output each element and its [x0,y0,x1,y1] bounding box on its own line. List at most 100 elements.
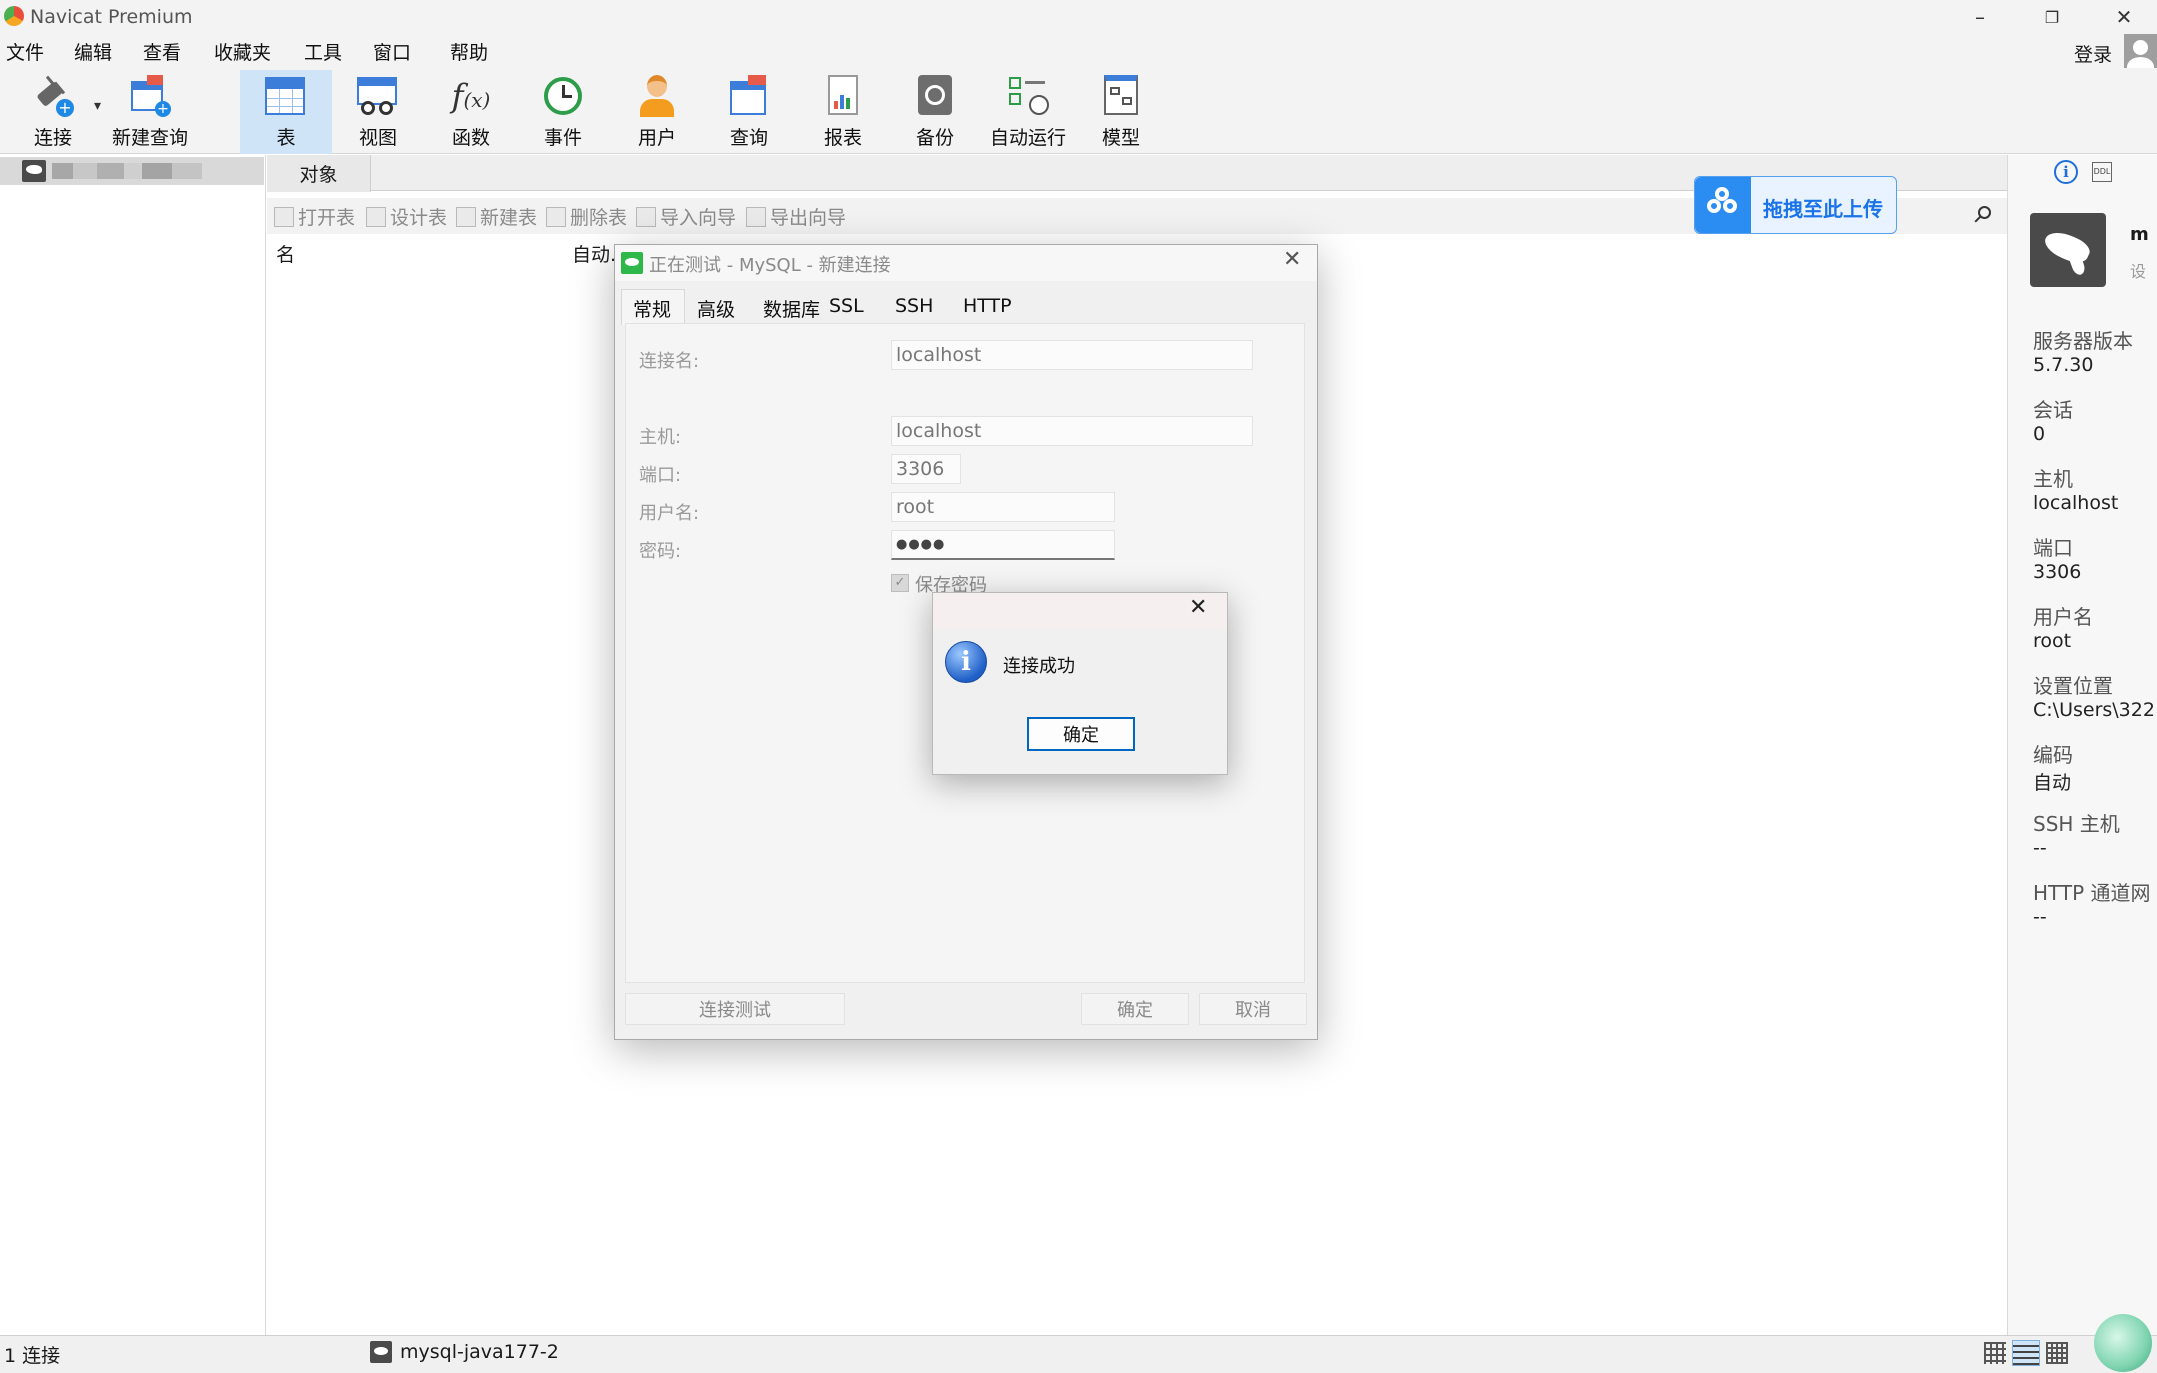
model-icon [1098,73,1144,119]
connection-tree-item[interactable] [0,157,264,185]
password-label: 密码: [639,541,682,562]
title-bar [0,0,2157,34]
toolbar-query-button[interactable]: 查询 [714,70,784,154]
login-link[interactable]: 登录 [2074,40,2112,67]
message-close-icon[interactable]: ✕ [1189,595,1207,620]
host-label: 主机: [639,427,682,448]
toolbar-model-button[interactable]: 模型 [1086,70,1156,154]
dialog-ok-button[interactable]: 确定 [1081,993,1189,1025]
close-icon: ✕ [2115,5,2133,29]
tab-objects[interactable]: 对象 [267,155,371,192]
menu-window[interactable]: 窗口 [373,38,411,65]
toolbar-function-button[interactable]: f(x) 函数 [436,70,506,154]
password-input[interactable]: ●●●● [891,530,1115,560]
dialog-tab-advanced[interactable]: 高级 [697,295,735,322]
close-button[interactable]: ✕ [2094,0,2154,34]
export-wizard-icon [746,206,766,227]
list-view-icon[interactable] [2012,1340,2040,1366]
menu-edit[interactable]: 编辑 [74,38,112,65]
conn-name-input[interactable]: localhost [891,340,1253,370]
test-connection-button[interactable]: 连接测试 [625,993,845,1025]
toolbar-new-query-button[interactable]: + 新建查询 [110,70,190,154]
info-label-server-version: 服务器版本 [2033,329,2133,353]
toolbar-table-button[interactable]: 表 [240,70,332,154]
connection-success-message-box: ✕ i 连接成功 确定 [932,592,1228,775]
minimize-icon: – [1975,5,1985,29]
toolbar-event-button[interactable]: 事件 [528,70,598,154]
search-icon[interactable] [1972,204,1994,226]
info-value-settings-location: C:\Users\3221 [2033,699,2157,721]
info-label-ssh-host: SSH 主机 [2033,812,2120,836]
mysql-connection-icon [22,160,46,182]
host-input[interactable]: localhost [891,416,1253,446]
toolbar-user-button[interactable]: 用户 [622,70,692,154]
menu-favorites[interactable]: 收藏夹 [214,38,271,65]
navicat-logo-icon [4,6,24,26]
info-value-port: 3306 [2033,561,2082,583]
new-table-button[interactable]: 新建表 [456,203,537,230]
info-label-http-tunnel: HTTP 通道网 [2033,881,2151,905]
column-name-header[interactable]: 名 [276,240,295,267]
menu-tools[interactable]: 工具 [304,38,342,65]
toolbar-view-button[interactable]: 视图 [342,70,414,154]
mysql-dolphin-icon [2030,213,2106,287]
info-label-sessions: 会话 [2033,398,2073,422]
dialog-tab-ssh[interactable]: SSH [895,295,933,317]
design-table-button[interactable]: 设计表 [366,203,447,230]
import-wizard-icon [636,206,656,227]
ddl-icon[interactable]: DDL [2092,162,2112,182]
toolbar-connect-button[interactable]: + 连接 [20,70,86,154]
menu-help[interactable]: 帮助 [450,38,488,65]
username-label: 用户名: [639,503,700,524]
dialog-close-icon[interactable]: ✕ [1283,247,1301,272]
info-value-sessions: 0 [2033,423,2046,445]
toolbar-backup-button[interactable]: 备份 [900,70,970,154]
baidu-cloud-icon [1695,177,1751,233]
info-value-server-version: 5.7.30 [2033,354,2094,376]
assistant-icon[interactable] [2094,1314,2152,1372]
dialog-mysql-icon [621,252,643,274]
info-label-host: 主机 [2033,467,2073,491]
save-password-checkbox[interactable]: ✓ [891,574,909,592]
toolbar-automation-button[interactable]: 自动运行 [984,70,1072,154]
info-connection-name: m [2130,224,2149,245]
report-icon [820,73,866,119]
open-table-button[interactable]: 打开表 [274,203,355,230]
table-icon [263,73,309,119]
info-value-username: root [2033,630,2072,652]
column-auto-header[interactable]: 自动. [572,240,616,267]
detail-view-icon[interactable] [2046,1342,2068,1364]
username-input[interactable]: root [891,492,1115,522]
minimize-button[interactable]: – [1950,0,2010,34]
info-label-username: 用户名 [2033,605,2093,629]
open-table-icon [274,206,294,227]
menu-file[interactable]: 文件 [6,38,44,65]
design-table-icon [366,206,386,227]
export-wizard-button[interactable]: 导出向导 [746,203,846,230]
status-bar [0,1335,2157,1373]
dialog-title: 正在测试 - MySQL - 新建连接 [649,255,891,276]
toolbar-report-button[interactable]: 报表 [808,70,878,154]
grid-view-icon[interactable] [1984,1342,2006,1364]
navigation-pane [0,155,266,1335]
port-label: 端口: [639,465,682,486]
dialog-cancel-button[interactable]: 取消 [1199,993,1307,1025]
dialog-tab-database[interactable]: 数据库 [763,295,820,322]
restore-button[interactable]: ❐ [2022,0,2082,34]
info-value-host: localhost [2033,492,2119,514]
dialog-tab-http[interactable]: HTTP [963,295,1012,317]
delete-table-button[interactable]: 删除表 [546,203,627,230]
info-icon[interactable]: i [2054,160,2078,184]
port-input[interactable]: 3306 [891,454,961,484]
avatar[interactable] [2124,34,2157,70]
import-wizard-button[interactable]: 导入向导 [636,203,736,230]
dialog-tab-ssl[interactable]: SSL [829,295,864,317]
connect-dropdown-icon[interactable]: ▾ [94,98,101,114]
function-fx-icon: f(x) [451,77,491,115]
menu-view[interactable]: 查看 [143,38,181,65]
query-icon [726,73,772,119]
info-value-encoding: 自动 [2033,772,2072,794]
drag-upload-button[interactable]: 拖拽至此上传 [1694,176,1897,234]
conn-name-label: 连接名: [639,351,700,372]
message-ok-button[interactable]: 确定 [1027,717,1135,751]
